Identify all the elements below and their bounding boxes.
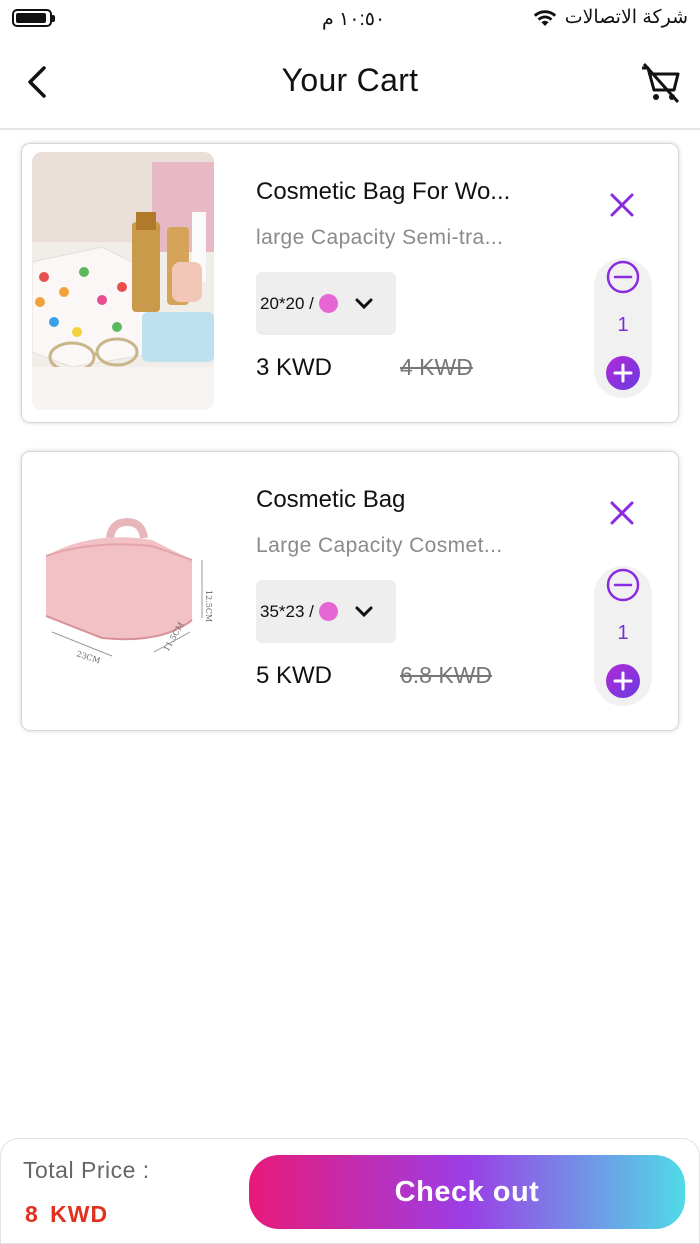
variant-size: 35*23 / <box>260 601 314 621</box>
increase-quantity-icon[interactable] <box>606 664 640 698</box>
checkout-bar: Total Price : 8 KWD Check out <box>0 1138 700 1244</box>
variant-size: 20*20 / <box>260 293 314 313</box>
quantity-stepper: 1 <box>594 566 652 706</box>
decrease-quantity-icon[interactable] <box>606 568 640 602</box>
page-title: Your Cart <box>281 62 419 98</box>
remove-item-icon[interactable] <box>607 498 637 528</box>
status-time: ١٠:٥٠ م <box>322 9 386 30</box>
variant-color-swatch <box>318 602 338 621</box>
total-price-value: 8 KWD <box>25 1201 109 1227</box>
cart-item: Cosmetic Bag For Wo... large Capacity Se… <box>22 144 678 422</box>
product-price: 5 KWD <box>256 662 333 689</box>
variant-select[interactable]: 35*23 / <box>256 580 396 643</box>
product-name[interactable]: Cosmetic Bag For Wo... <box>256 178 510 206</box>
quantity-value: 1 <box>617 314 629 336</box>
remove-item-icon[interactable] <box>607 190 637 220</box>
cart-item: 12.5CM 23CM 11.5CM Cosmetic Bag Large Ca… <box>22 452 678 730</box>
product-old-price: 6.8 KWD <box>400 662 493 688</box>
nav-bar: Your Cart <box>0 44 700 130</box>
decrease-quantity-icon[interactable] <box>606 260 640 294</box>
total-price-label: Total Price : <box>23 1157 150 1183</box>
product-name[interactable]: Cosmetic Bag <box>256 486 405 514</box>
quantity-value: 1 <box>617 622 629 644</box>
product-description: large Capacity Semi-tra... <box>256 226 504 249</box>
status-bar: ١٠:٥٠ م شركة الاتصالات <box>0 0 700 40</box>
product-old-price: 4 KWD <box>400 354 473 380</box>
product-price: 3 KWD <box>256 354 333 381</box>
variant-color-swatch <box>318 294 338 313</box>
checkout-button[interactable]: Check out <box>249 1155 685 1229</box>
increase-quantity-icon[interactable] <box>606 356 640 390</box>
wifi-icon <box>533 9 556 26</box>
chevron-down-icon <box>355 298 373 309</box>
chevron-down-icon <box>355 606 373 617</box>
quantity-stepper: 1 <box>594 258 652 398</box>
battery-icon <box>12 9 55 27</box>
carrier-info: شركة الاتصالات <box>533 6 688 29</box>
product-image[interactable] <box>32 152 214 410</box>
clear-cart-icon[interactable] <box>638 62 682 104</box>
svg-text:12.5CM: 12.5CM <box>204 590 213 622</box>
product-image[interactable]: 12.5CM 23CM 11.5CM <box>32 460 214 718</box>
variant-select[interactable]: 20*20 / <box>256 272 396 335</box>
product-description: Large Capacity Cosmet... <box>256 534 503 557</box>
carrier-name: شركة الاتصالات <box>564 7 688 28</box>
